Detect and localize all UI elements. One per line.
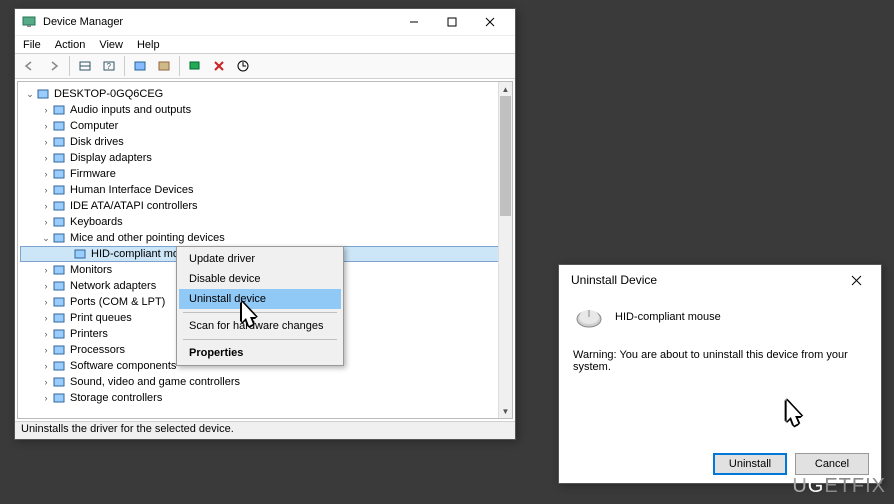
tree-category-label: Printers: [70, 328, 108, 340]
app-icon: [21, 14, 37, 30]
hid-icon: [52, 183, 66, 197]
tree-category[interactable]: ›Computer: [20, 118, 510, 134]
tree-category-label: Sound, video and game controllers: [70, 376, 240, 388]
svg-text:?: ?: [107, 62, 112, 71]
uninstall-confirm-button[interactable]: Uninstall: [713, 453, 787, 475]
ctx-scan-for-hardware-changes[interactable]: Scan for hardware changes: [179, 316, 341, 336]
uninstall-button[interactable]: [208, 55, 230, 77]
printer-icon: [52, 327, 66, 341]
dialog-close-button[interactable]: [837, 269, 875, 291]
soft-icon: [52, 359, 66, 373]
computer-icon: [52, 119, 66, 133]
tree-category[interactable]: ›Audio inputs and outputs: [20, 102, 510, 118]
help-button[interactable]: ?: [98, 55, 120, 77]
window-title: Device Manager: [43, 16, 395, 28]
tree-category-label: Mice and other pointing devices: [70, 232, 225, 244]
storage-icon: [52, 391, 66, 405]
chip-icon: [52, 167, 66, 181]
computer-icon: [36, 87, 50, 101]
tree-category-label: Display adapters: [70, 152, 152, 164]
status-bar: Uninstalls the driver for the selected d…: [15, 421, 515, 439]
printer-icon: [52, 311, 66, 325]
tree-category[interactable]: ›Keyboards: [20, 214, 510, 230]
tree-category-label: Processors: [70, 344, 125, 356]
ctx-disable-device[interactable]: Disable device: [179, 269, 341, 289]
tree-category[interactable]: ›Firmware: [20, 166, 510, 182]
menu-action[interactable]: Action: [55, 39, 86, 51]
menu-help[interactable]: Help: [137, 39, 160, 51]
ctx-uninstall-device[interactable]: Uninstall device: [179, 289, 341, 309]
status-text: Uninstalls the driver for the selected d…: [21, 423, 234, 435]
menu-bar: File Action View Help: [15, 35, 515, 53]
tree-root-label: DESKTOP-0GQ6CEG: [54, 88, 163, 100]
maximize-button[interactable]: [433, 11, 471, 33]
tree-category-label: Storage controllers: [70, 392, 162, 404]
minimize-button[interactable]: [395, 11, 433, 33]
disk-icon: [52, 135, 66, 149]
refresh-button[interactable]: [129, 55, 151, 77]
tree-category-label: Keyboards: [70, 216, 123, 228]
cancel-button[interactable]: Cancel: [795, 453, 869, 475]
port-icon: [52, 295, 66, 309]
keyboard-icon: [52, 215, 66, 229]
close-button[interactable]: [471, 11, 509, 33]
menu-view[interactable]: View: [99, 39, 123, 51]
cpu-icon: [52, 343, 66, 357]
ctx-properties[interactable]: Properties: [179, 343, 341, 363]
context-menu: Update driverDisable deviceUninstall dev…: [176, 246, 344, 366]
tree-category[interactable]: ›IDE ATA/ATAPI controllers: [20, 198, 510, 214]
dialog-titlebar[interactable]: Uninstall Device: [559, 265, 881, 295]
menu-file[interactable]: File: [23, 39, 41, 51]
tree-category-label: Firmware: [70, 168, 116, 180]
watermark: UGETFIX: [792, 475, 886, 498]
tree-category-label: Human Interface Devices: [70, 184, 194, 196]
separator: [183, 312, 337, 313]
back-button[interactable]: [19, 55, 41, 77]
sound-icon: [52, 375, 66, 389]
ide-icon: [52, 199, 66, 213]
show-hidden-button[interactable]: [74, 55, 96, 77]
tree-category-label: Print queues: [70, 312, 132, 324]
tree-category-label: IDE ATA/ATAPI controllers: [70, 200, 198, 212]
tree-category[interactable]: ›Disk drives: [20, 134, 510, 150]
scroll-up-icon[interactable]: ▲: [499, 82, 512, 96]
update-driver-button[interactable]: [232, 55, 254, 77]
vertical-scrollbar[interactable]: ▲ ▼: [498, 82, 512, 418]
device-manager-window: Device Manager File Action View Help ? ⌄…: [14, 8, 516, 440]
scroll-thumb[interactable]: [500, 96, 511, 216]
tree-category-label: Disk drives: [70, 136, 124, 148]
dialog-title: Uninstall Device: [565, 273, 837, 287]
tree-category-label: Audio inputs and outputs: [70, 104, 191, 116]
forward-button[interactable]: [43, 55, 65, 77]
audio-icon: [52, 103, 66, 117]
dialog-device-name: HID-compliant mouse: [615, 311, 721, 323]
network-icon: [52, 279, 66, 293]
dialog-warning-text: Warning: You are about to uninstall this…: [573, 349, 867, 373]
mouse-icon: [52, 231, 66, 245]
tree-category-label: Monitors: [70, 264, 112, 276]
scan-hardware-button[interactable]: [184, 55, 206, 77]
tree-root[interactable]: ⌄DESKTOP-0GQ6CEG: [20, 86, 510, 102]
tree-category-label: Software components: [70, 360, 176, 372]
scroll-down-icon[interactable]: ▼: [499, 404, 512, 418]
ctx-update-driver[interactable]: Update driver: [179, 249, 341, 269]
tree-category[interactable]: ›Human Interface Devices: [20, 182, 510, 198]
tree-category[interactable]: ⌄Mice and other pointing devices: [20, 230, 510, 246]
display-icon: [52, 151, 66, 165]
tree-category[interactable]: ›Sound, video and game controllers: [20, 374, 510, 390]
separator: [183, 339, 337, 340]
tree-category[interactable]: ›Display adapters: [20, 150, 510, 166]
tree-category-label: Computer: [70, 120, 118, 132]
monitor-icon: [52, 263, 66, 277]
properties-button[interactable]: [153, 55, 175, 77]
tree-category[interactable]: ›Storage controllers: [20, 390, 510, 406]
toolbar: ?: [15, 53, 515, 79]
tree-category-label: Ports (COM & LPT): [70, 296, 165, 308]
titlebar[interactable]: Device Manager: [15, 9, 515, 35]
uninstall-dialog: Uninstall Device HID-compliant mouse War…: [558, 264, 882, 484]
mouse-icon: [573, 305, 605, 329]
tree-category-label: Network adapters: [70, 280, 156, 292]
mouse-icon: [73, 247, 87, 261]
